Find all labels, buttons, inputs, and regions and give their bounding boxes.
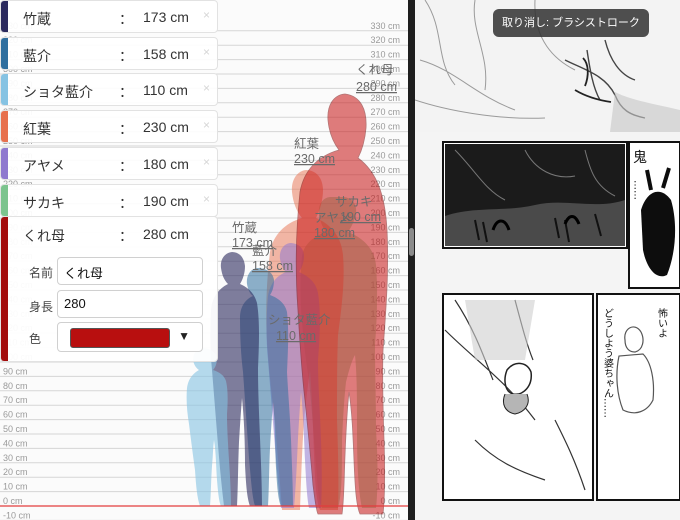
character-colon: ： xyxy=(119,121,133,138)
character-row[interactable]: サカキ ： 190 cm × xyxy=(0,183,218,217)
delete-character-icon[interactable]: × xyxy=(203,118,210,132)
editor-colon: ： xyxy=(119,228,133,244)
label-aisuke-name: 藍介 xyxy=(252,244,278,258)
split-view-divider[interactable] xyxy=(408,0,415,520)
delete-character-icon[interactable]: × xyxy=(203,155,210,169)
character-height: 110 cm xyxy=(143,82,188,99)
manga-text-dots: …… xyxy=(632,180,643,200)
grid-label-left: 0 cm xyxy=(3,496,23,506)
divider-handle[interactable] xyxy=(409,228,414,256)
label-aisuke-height: 158 cm xyxy=(252,259,293,273)
grid-label-left: 20 cm xyxy=(3,467,28,477)
manga-text-oni: 鬼 xyxy=(633,150,647,166)
delete-character-icon[interactable]: × xyxy=(203,45,210,59)
grid-label-left: 30 cm xyxy=(3,453,28,463)
character-name: アヤメ xyxy=(23,157,65,174)
grid-label-right: 310 cm xyxy=(370,50,400,60)
character-color-swatch xyxy=(1,111,8,143)
delete-character-icon[interactable]: × xyxy=(203,81,210,95)
label-kurehaha-name: くれ母 xyxy=(356,63,394,77)
character-row[interactable]: 藍介 ： 158 cm × xyxy=(0,36,218,70)
grid-label-right: 230 cm xyxy=(370,165,400,175)
height-input[interactable]: 280 xyxy=(57,290,203,318)
manga-panel-oni-figure: 鬼 …… xyxy=(628,141,680,289)
character-row[interactable]: ショタ藍介 ： 110 cm × xyxy=(0,73,218,107)
editor-color-swatch xyxy=(1,217,8,361)
character-height: 173 cm xyxy=(143,9,189,25)
character-colon: ： xyxy=(119,84,133,101)
height-field-label: 身長 xyxy=(29,300,54,314)
grid-label-left: 10 cm xyxy=(3,482,28,492)
character-colon: ： xyxy=(119,11,133,27)
character-colon: ： xyxy=(119,157,133,174)
undo-toast[interactable]: 取り消し: ブラシストローク xyxy=(493,9,649,37)
grid-label-right: 330 cm xyxy=(370,21,400,31)
character-row[interactable]: アヤメ ： 180 cm × xyxy=(0,146,218,180)
height-chart-pane[interactable]: -10 cm -10 cm 0 cm 0 cm 10 cm 10 cm 20 cm 20 cm… xyxy=(0,0,408,520)
editor-character-name: くれ母 xyxy=(23,228,65,244)
color-picker[interactable]: ▼ xyxy=(57,322,203,352)
character-name: サカキ xyxy=(23,194,65,211)
label-shota-aisuke-name: ショタ藍介 xyxy=(268,313,331,327)
manga-canvas-pane[interactable]: 鬼 …… 怖いよ どうしよう婆ちゃん…… xyxy=(415,0,680,520)
grid-label-right: 270 cm xyxy=(370,107,400,117)
label-ayame-name: アヤメ xyxy=(314,211,351,225)
name-input[interactable]: くれ母 xyxy=(57,257,203,285)
grid-label-left: 60 cm xyxy=(3,410,28,420)
character-editor[interactable]: くれ母 ： 280 cm 名前 くれ母 身長 280 色 ▼ xyxy=(0,216,218,362)
label-momiji-name: 紅葉 xyxy=(294,137,320,151)
grid-label-right: 280 cm xyxy=(370,93,400,103)
name-field-label: 名前 xyxy=(29,266,54,280)
character-row[interactable]: 竹蔵 ： 173 cm × xyxy=(0,0,218,33)
color-field-label: 色 xyxy=(29,332,42,346)
character-height: 158 cm xyxy=(143,45,189,62)
manga-panel-grandma: 怖いよ どうしよう婆ちゃん…… xyxy=(596,293,680,501)
manga-panel-oni-scene xyxy=(442,141,628,249)
character-color-swatch xyxy=(1,1,8,32)
label-ayame-height: 180 cm xyxy=(314,226,355,240)
character-height: 190 cm xyxy=(143,192,189,209)
app-window: -10 cm -10 cm 0 cm 0 cm 10 cm 10 cm 20 cm 20 cm… xyxy=(0,0,680,520)
character-color-swatch xyxy=(1,147,8,179)
character-color-swatch xyxy=(1,184,8,216)
character-row[interactable]: 紅葉 ： 230 cm × xyxy=(0,110,218,144)
manga-canvas[interactable]: 鬼 …… 怖いよ どうしよう婆ちゃん…… xyxy=(415,0,680,520)
manga-text-doshiyo: どうしよう婆ちゃん…… xyxy=(602,308,614,418)
character-name: 藍介 xyxy=(23,47,51,64)
character-height: 230 cm xyxy=(143,119,189,136)
character-colon: ： xyxy=(119,47,133,64)
label-momiji-height: 230 cm xyxy=(294,152,335,166)
grid-label-right: 320 cm xyxy=(370,35,400,45)
character-colon: ： xyxy=(119,194,133,211)
character-color-swatch xyxy=(1,37,8,69)
grid-label-left: 40 cm xyxy=(3,438,28,448)
grid-label-left: 50 cm xyxy=(3,424,28,434)
grid-label-right: 250 cm xyxy=(370,136,400,146)
character-name: 紅葉 xyxy=(23,121,51,138)
grid-label-right: 260 cm xyxy=(370,122,400,132)
manga-panel-child xyxy=(442,293,594,501)
label-sakaki-name: サカキ xyxy=(335,195,373,209)
grid-label-left: -10 cm xyxy=(3,510,31,520)
grid-label-left: 80 cm xyxy=(3,381,28,391)
editor-character-height: 280 cm xyxy=(143,226,189,242)
delete-character-icon[interactable]: × xyxy=(203,8,210,22)
label-takezo-name: 竹蔵 xyxy=(232,221,258,235)
grid-label-left: 90 cm xyxy=(3,366,28,376)
grid-label-right: 240 cm xyxy=(370,150,400,160)
dropdown-arrow-icon[interactable]: ▼ xyxy=(178,329,190,343)
label-kurehaha-height: 280 cm xyxy=(356,80,397,94)
character-name: ショタ藍介 xyxy=(23,84,93,101)
label-shota-aisuke-height: 110 cm xyxy=(276,329,316,343)
manga-text-kowai: 怖いよ xyxy=(656,307,668,338)
character-name: 竹蔵 xyxy=(23,11,51,27)
color-value-chip xyxy=(70,328,170,348)
character-height: 180 cm xyxy=(143,155,189,172)
grid-label-left: 70 cm xyxy=(3,395,28,405)
character-color-swatch xyxy=(1,74,8,106)
delete-character-icon[interactable]: × xyxy=(203,192,210,206)
